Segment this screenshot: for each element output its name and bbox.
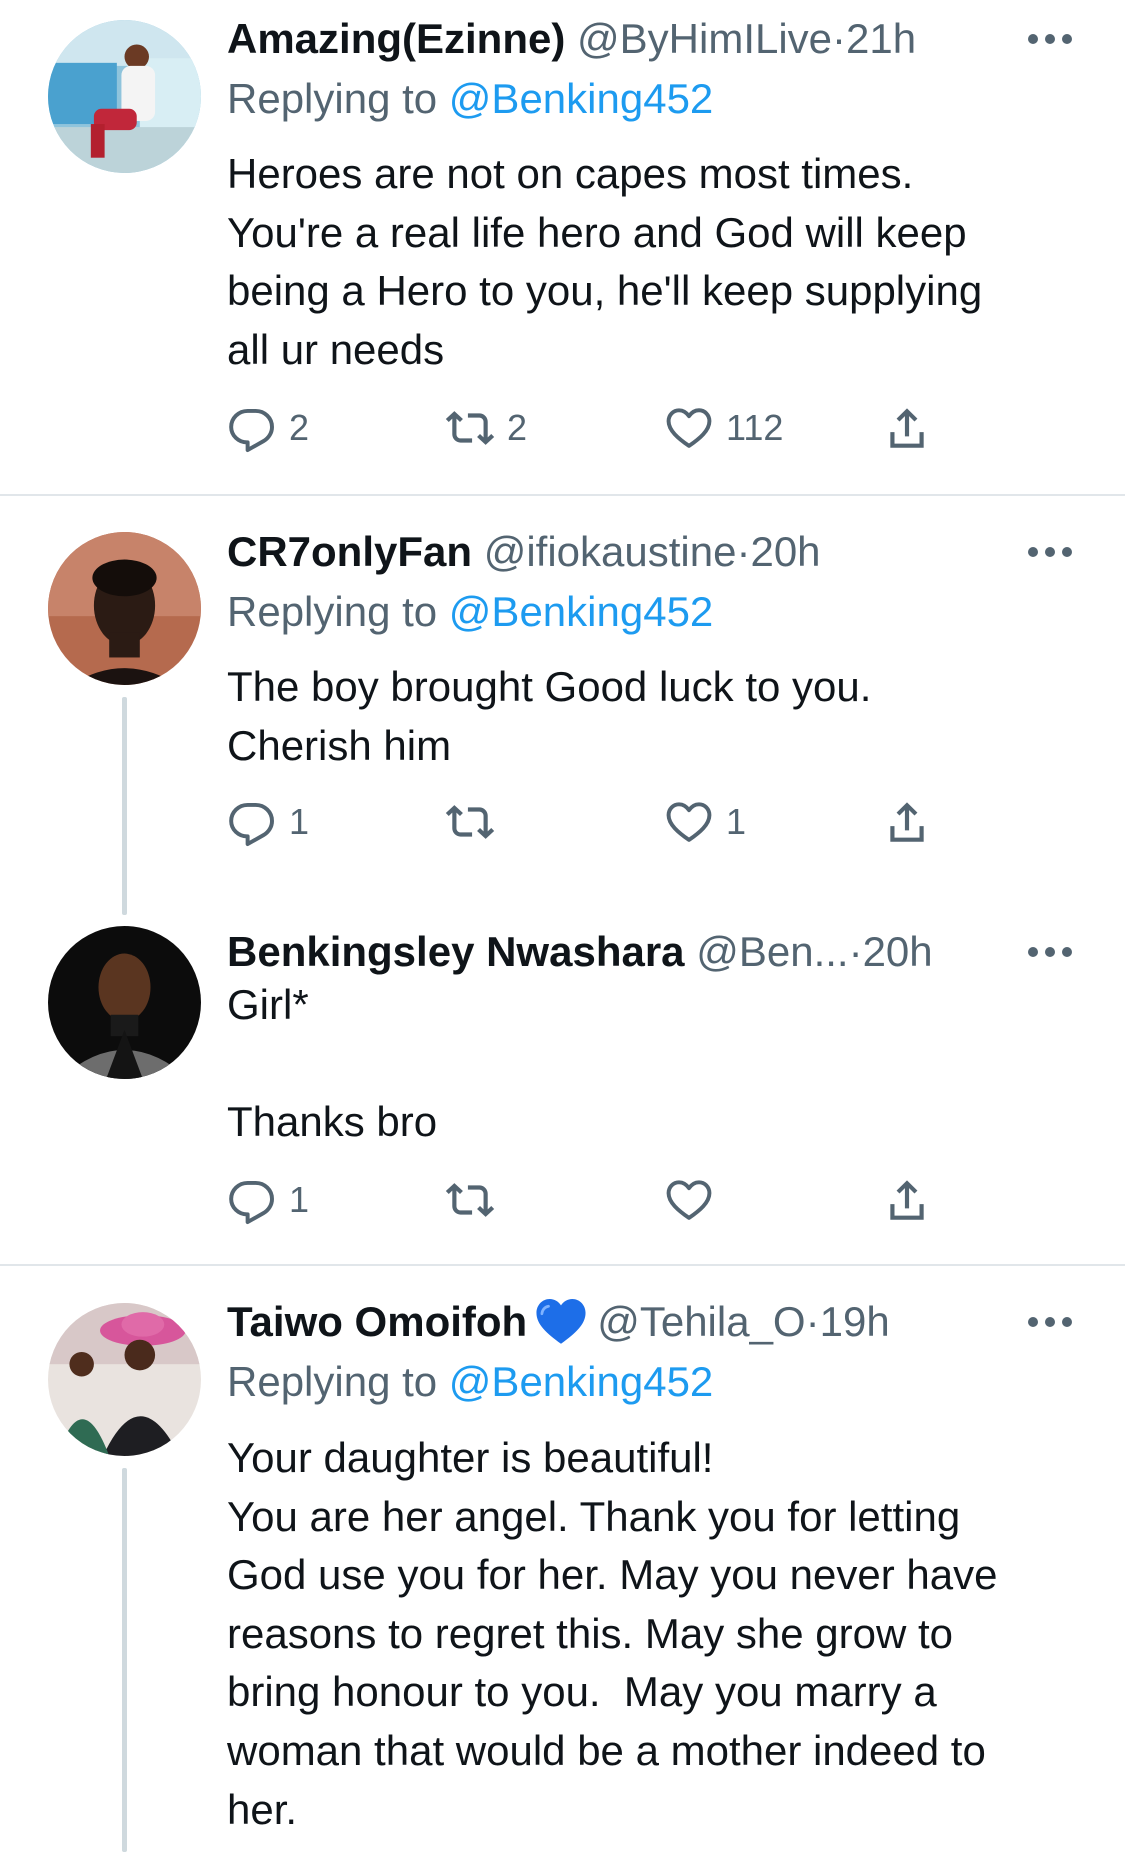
replying-to-label: Replying to <box>227 75 449 122</box>
avatar[interactable] <box>48 532 201 685</box>
replying-to-label: Replying to <box>227 588 449 635</box>
tweet-actions: 2 2 112 <box>227 403 947 453</box>
like-count: 112 <box>726 407 784 448</box>
thread-line <box>122 1468 127 1852</box>
tweet-4[interactable]: Taiwo Omoifoh @Tehila_O·19h Replying to @… <box>0 1266 1125 1852</box>
replying-to-handle[interactable]: @Benking452 <box>449 75 714 122</box>
reply-icon <box>227 1175 277 1225</box>
like-count: 1 <box>726 801 747 842</box>
share-button[interactable] <box>882 797 932 847</box>
retweet-button[interactable]: 2 <box>445 403 527 453</box>
replying-to: Replying to @Benking452 <box>227 586 713 638</box>
tweet-text: The boy brought Good luck to you. Cheris… <box>227 663 872 769</box>
more-options-icon[interactable] <box>1028 547 1072 559</box>
replying-to: Replying to @Benking452 <box>227 1356 713 1408</box>
share-icon <box>882 1175 932 1225</box>
replying-to: Replying to @Benking452 <box>227 73 713 125</box>
username[interactable]: @Ben... <box>696 928 848 975</box>
reply-button[interactable]: 2 <box>227 403 309 453</box>
heart-icon <box>664 797 714 847</box>
username[interactable]: @Tehila_O <box>597 1298 805 1345</box>
separator-dot: · <box>832 15 847 62</box>
display-name[interactable]: Amazing(Ezinne) <box>227 15 565 62</box>
username[interactable]: @ifiokaustine <box>484 528 737 575</box>
replying-to-handle[interactable]: @Benking452 <box>449 588 714 635</box>
avatar[interactable] <box>48 20 201 173</box>
reply-button[interactable]: 1 <box>227 797 309 847</box>
share-button[interactable] <box>882 403 932 453</box>
timestamp[interactable]: 20h <box>750 528 820 575</box>
like-button[interactable] <box>664 1175 726 1225</box>
reply-count: 1 <box>289 801 310 842</box>
like-button[interactable]: 112 <box>664 403 783 453</box>
separator-dot: · <box>736 528 751 575</box>
heart-icon <box>664 403 714 453</box>
reply-icon <box>227 797 277 847</box>
like-button[interactable]: 1 <box>664 797 746 847</box>
blue-heart-icon <box>536 1298 586 1344</box>
tweet-header: Taiwo Omoifoh @Tehila_O·19h <box>227 1296 1125 1348</box>
timestamp[interactable]: 20h <box>863 928 933 975</box>
display-name[interactable]: CR7onlyFan <box>227 528 472 575</box>
tweet-actions: 1 1 <box>227 797 947 847</box>
retweet-button[interactable] <box>445 1175 507 1225</box>
username[interactable]: @ByHimILive <box>577 15 832 62</box>
timestamp[interactable]: 19h <box>820 1298 890 1345</box>
avatar[interactable] <box>48 1303 201 1456</box>
replying-to-label: Replying to <box>227 1358 449 1405</box>
tweet-text: Girl* Thanks bro <box>227 981 438 1146</box>
separator-dot: · <box>848 928 863 975</box>
retweet-count: 2 <box>507 407 528 448</box>
retweet-icon <box>445 797 495 847</box>
tweet-2[interactable]: CR7onlyFan @ifiokaustine·20h Replying to… <box>0 496 1125 916</box>
avatar[interactable] <box>48 926 201 1079</box>
tweet-text: Heroes are not on capes most times. You'… <box>227 150 983 373</box>
more-options-icon[interactable] <box>1028 1317 1072 1329</box>
reply-icon <box>227 403 277 453</box>
share-icon <box>882 797 932 847</box>
display-name[interactable]: Taiwo Omoifoh <box>227 1298 527 1345</box>
tweet-1[interactable]: Amazing(Ezinne) @ByHimILive·21h Replying… <box>0 0 1125 494</box>
retweet-button[interactable] <box>445 797 507 847</box>
retweet-icon <box>445 1175 495 1225</box>
replying-to-handle[interactable]: @Benking452 <box>449 1358 714 1405</box>
tweet-text: Your daughter is beautiful! You are her … <box>227 1434 998 1833</box>
reply-count: 1 <box>289 1179 310 1220</box>
reply-button[interactable]: 1 <box>227 1175 309 1225</box>
heart-icon <box>664 1175 714 1225</box>
thread-line <box>122 697 127 915</box>
tweet-actions: 1 <box>227 1175 947 1225</box>
tweet-header: Benkingsley Nwashara @Ben...·20h <box>227 926 1125 978</box>
display-name[interactable]: Benkingsley Nwashara <box>227 928 685 975</box>
tweet-3[interactable]: Benkingsley Nwashara @Ben...·20h Girl* T… <box>0 916 1125 1264</box>
retweet-icon <box>445 403 495 453</box>
tweet-header: Amazing(Ezinne) @ByHimILive·21h <box>227 13 1125 65</box>
tweet-header: CR7onlyFan @ifiokaustine·20h <box>227 526 1125 578</box>
share-icon <box>882 403 932 453</box>
timestamp[interactable]: 21h <box>846 15 916 62</box>
more-options-icon[interactable] <box>1028 947 1072 959</box>
share-button[interactable] <box>882 1175 932 1225</box>
reply-count: 2 <box>289 407 310 448</box>
more-options-icon[interactable] <box>1028 34 1072 46</box>
separator-dot: · <box>805 1298 820 1345</box>
